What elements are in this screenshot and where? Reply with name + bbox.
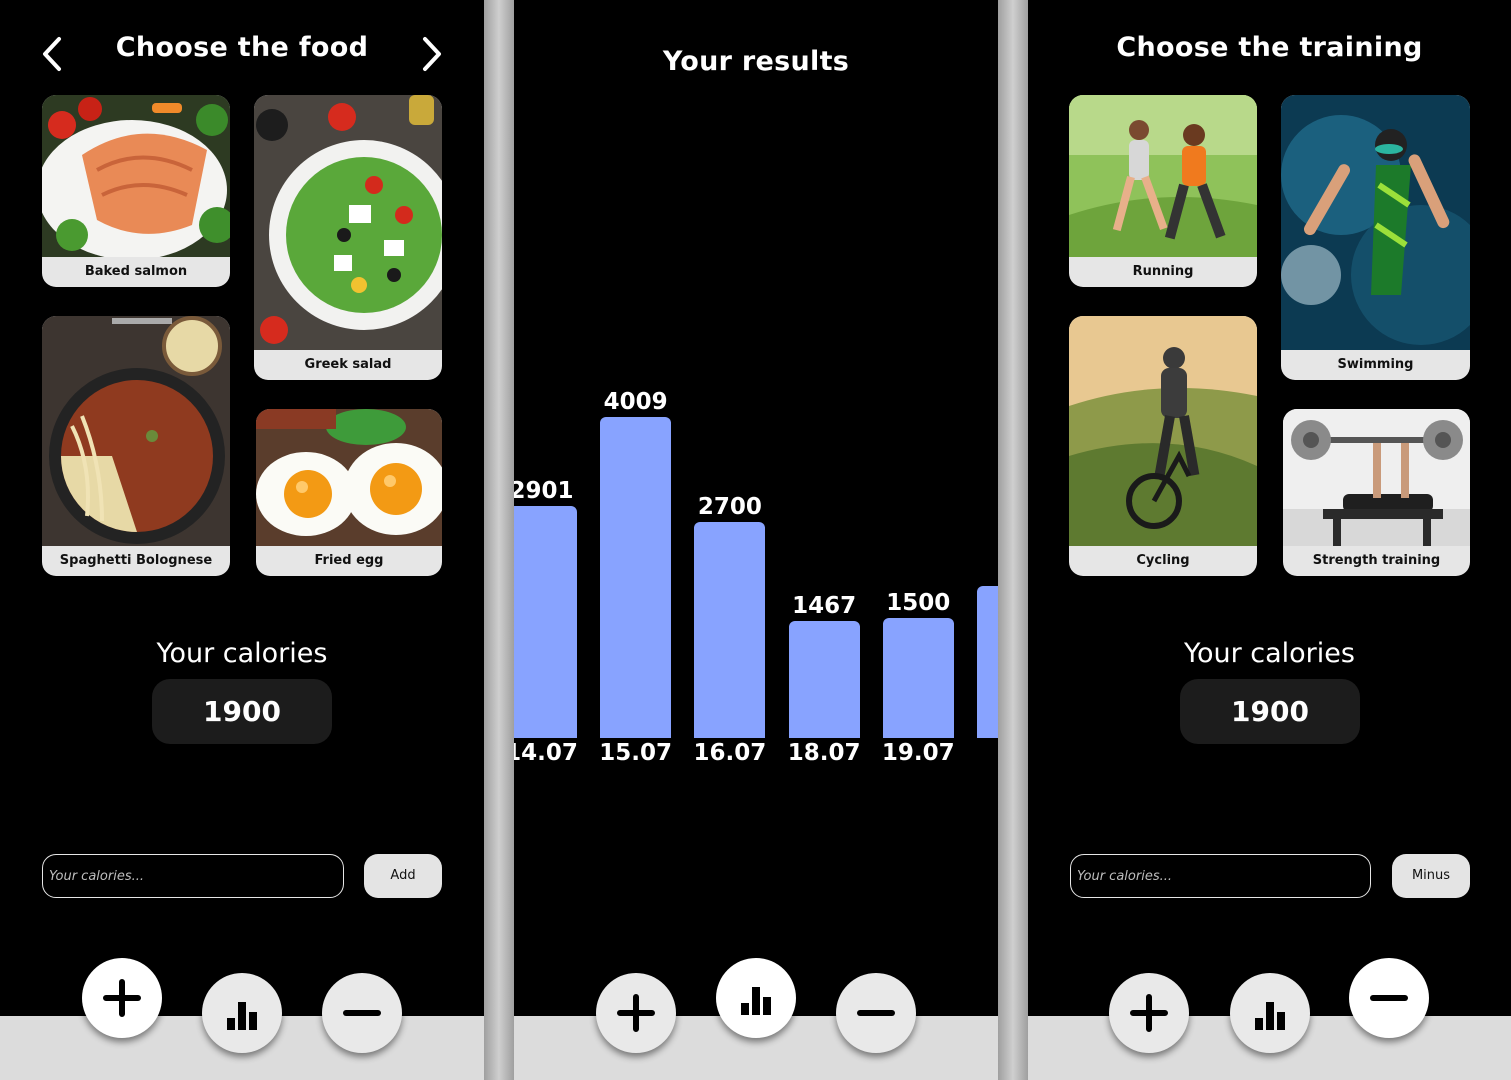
bar-value-label: 4009 bbox=[603, 389, 668, 416]
tab-training[interactable] bbox=[1349, 958, 1429, 1038]
chart-bar bbox=[600, 417, 672, 738]
food-label: Greek salad bbox=[304, 357, 392, 372]
training-card-running[interactable]: Running bbox=[1069, 95, 1257, 287]
chart-bar bbox=[694, 522, 766, 738]
bar-value-label: 2700 bbox=[697, 494, 762, 520]
food-label: Spaghetti Bolognese bbox=[59, 553, 213, 568]
food-card-greek-salad[interactable]: Greek salad bbox=[254, 95, 442, 380]
tab-add-food[interactable] bbox=[82, 958, 162, 1038]
training-card-swimming[interactable]: Swimming bbox=[1281, 95, 1470, 380]
training-card-cycling[interactable]: Cycling bbox=[1069, 316, 1257, 576]
tab-stats[interactable] bbox=[716, 958, 796, 1038]
minus-icon bbox=[857, 1010, 895, 1016]
minus-icon bbox=[1370, 995, 1408, 1001]
greek-salad-image bbox=[254, 95, 442, 350]
bar-value-label: 1 bbox=[958, 558, 999, 584]
bar-chart-icon bbox=[741, 987, 771, 1015]
food-screen: Choose the food Baked salmon Greek salad… bbox=[0, 0, 484, 1080]
running-image bbox=[1069, 95, 1257, 257]
bar-chart-icon bbox=[1255, 1002, 1285, 1030]
food-label: Fried egg bbox=[314, 553, 384, 568]
bar-date-label: 2( bbox=[958, 740, 999, 766]
tab-add-food[interactable] bbox=[596, 973, 676, 1053]
chart-bar bbox=[514, 505, 577, 738]
swimming-image bbox=[1281, 95, 1470, 350]
calories-value: 1900 bbox=[152, 679, 332, 744]
plus-icon bbox=[103, 979, 141, 1017]
calories-input[interactable] bbox=[42, 854, 344, 898]
screen-divider bbox=[484, 0, 514, 1080]
chart-bar bbox=[788, 620, 860, 738]
tab-stats[interactable] bbox=[202, 973, 282, 1053]
salmon-image bbox=[42, 95, 230, 260]
fried-egg-image bbox=[256, 409, 442, 546]
page-title: Choose the training bbox=[1116, 32, 1423, 63]
results-screen: Your results 290114.07400915.07270016.07… bbox=[514, 0, 998, 1080]
add-button[interactable]: Add bbox=[364, 854, 442, 898]
food-card-baked-salmon[interactable]: Baked salmon bbox=[42, 95, 230, 287]
tab-add-food[interactable] bbox=[1109, 973, 1189, 1053]
bar-value-label: 1500 bbox=[886, 590, 951, 616]
training-card-strength-training[interactable]: Strength training bbox=[1283, 409, 1470, 576]
food-card-fried-egg[interactable]: Fried egg bbox=[256, 409, 442, 576]
calories-input[interactable] bbox=[1070, 854, 1371, 898]
training-screen: Choose the training Running Swimming Cyc… bbox=[1028, 0, 1511, 1080]
chevron-right-icon[interactable] bbox=[420, 36, 444, 72]
strength-training-image bbox=[1283, 409, 1470, 546]
tab-training[interactable] bbox=[322, 973, 402, 1053]
training-label: Swimming bbox=[1337, 357, 1414, 372]
spaghetti-image bbox=[42, 316, 230, 546]
results-bar-chart[interactable]: 290114.07400915.07270016.07146718.071500… bbox=[514, 0, 998, 800]
training-label: Strength training bbox=[1312, 553, 1441, 568]
tab-stats[interactable] bbox=[1230, 973, 1310, 1053]
training-label: Cycling bbox=[1136, 553, 1190, 568]
tab-training[interactable] bbox=[836, 973, 916, 1053]
plus-icon bbox=[1130, 994, 1168, 1032]
page-title: Choose the food bbox=[115, 32, 369, 63]
calories-value: 1900 bbox=[1180, 679, 1360, 744]
calories-title: Your calories bbox=[1184, 638, 1355, 669]
chart-bar bbox=[882, 618, 954, 738]
plus-icon bbox=[617, 994, 655, 1032]
cycling-image bbox=[1069, 316, 1257, 546]
food-card-spaghetti-bolognese[interactable]: Spaghetti Bolognese bbox=[42, 316, 230, 576]
food-label: Baked salmon bbox=[84, 264, 188, 279]
screen-divider bbox=[998, 0, 1028, 1080]
minus-icon bbox=[343, 1010, 381, 1016]
bar-chart-icon bbox=[227, 1002, 257, 1030]
minus-button[interactable]: Minus bbox=[1392, 854, 1470, 898]
training-label: Running bbox=[1132, 264, 1194, 279]
calories-title: Your calories bbox=[156, 638, 328, 669]
chart-bar bbox=[977, 586, 998, 738]
bar-value-label: 2901 bbox=[514, 477, 574, 504]
